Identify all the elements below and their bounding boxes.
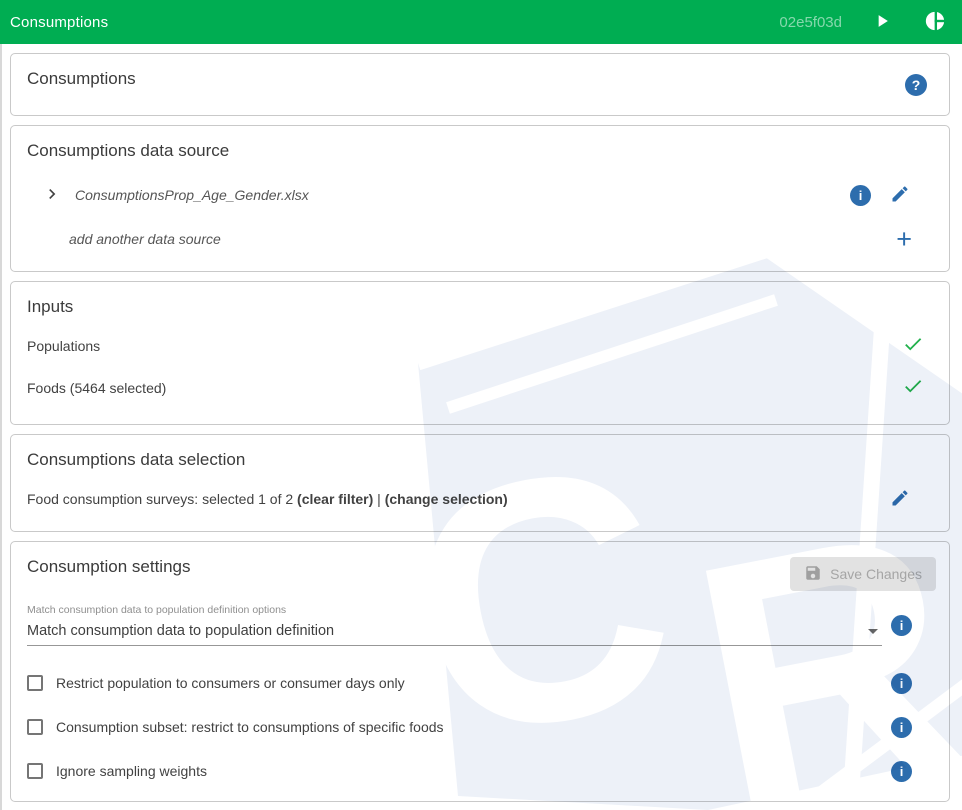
info-icon: i <box>900 619 904 632</box>
results-button[interactable] <box>924 10 946 35</box>
checkbox-row-ignore-weights: Ignore sampling weights i <box>27 750 933 792</box>
selection-summary: Food consumption surveys: selected 1 of … <box>27 491 508 507</box>
card-title-data-selection: Consumptions data selection <box>27 449 933 471</box>
source-info-button[interactable]: i <box>850 185 871 206</box>
restrict-population-info-button[interactable]: i <box>891 673 912 694</box>
edit-selection-button[interactable] <box>890 488 910 511</box>
main-content: Consumptions ? Consumptions data source … <box>0 44 962 802</box>
checkbox-row-consumption-subset: Consumption subset: restrict to consumpt… <box>27 706 933 748</box>
data-source-filename: ConsumptionsProp_Age_Gender.xlsx <box>75 187 309 203</box>
dropdown-arrow-icon <box>868 629 878 634</box>
checkbox-label: Consumption subset: restrict to consumpt… <box>56 719 444 735</box>
add-data-source-row: add another data source + <box>27 225 933 253</box>
pie-chart-icon <box>924 10 946 35</box>
save-changes-button[interactable]: Save Changes <box>790 557 936 591</box>
app-header: Consumptions 02e5f03d <box>0 0 962 44</box>
input-label: Populations <box>27 338 100 354</box>
card-inputs: Inputs Populations Foods (5464 selected) <box>10 281 950 425</box>
selection-summary-row: Food consumption surveys: selected 1 of … <box>27 485 933 513</box>
input-label: Foods (5464 selected) <box>27 380 166 396</box>
selection-summary-prefix: Food consumption surveys: selected 1 of … <box>27 491 297 507</box>
match-options-value: Match consumption data to population def… <box>27 621 334 642</box>
checkbox-row-restrict-population: Restrict population to consumers or cons… <box>27 662 933 704</box>
chevron-right-icon <box>42 184 62 207</box>
selection-separator: | <box>373 491 384 507</box>
info-icon: i <box>900 765 904 778</box>
save-icon <box>804 564 822 585</box>
expand-source-button[interactable] <box>42 184 62 207</box>
add-data-source-label: add another data source <box>69 231 221 247</box>
pencil-icon <box>890 184 910 207</box>
run-id: 02e5f03d <box>779 14 842 31</box>
checkbox-label: Ignore sampling weights <box>56 763 207 779</box>
card-title-data-source: Consumptions data source <box>27 140 933 162</box>
data-source-row: ConsumptionsProp_Age_Gender.xlsx i <box>27 181 933 209</box>
consumption-subset-checkbox[interactable] <box>27 719 43 735</box>
data-source-actions: i <box>850 184 910 207</box>
save-changes-label: Save Changes <box>830 566 922 582</box>
card-data-source: Consumptions data source ConsumptionsPro… <box>10 125 950 272</box>
restrict-population-checkbox[interactable] <box>27 675 43 691</box>
plus-icon: + <box>896 229 912 249</box>
card-consumptions-overview: Consumptions ? <box>10 53 950 116</box>
run-button[interactable] <box>872 11 892 34</box>
clear-filter-link[interactable]: (clear filter) <box>297 491 373 507</box>
input-row-foods[interactable]: Foods (5464 selected) <box>27 374 933 402</box>
pencil-icon <box>890 488 910 511</box>
match-options-select[interactable]: Match consumption data to population def… <box>27 621 882 646</box>
card-title-inputs: Inputs <box>27 296 933 318</box>
consumption-subset-info-button[interactable]: i <box>891 717 912 738</box>
help-button[interactable]: ? <box>905 74 927 96</box>
info-icon: i <box>859 189 863 202</box>
input-row-populations[interactable]: Populations <box>27 332 933 360</box>
change-selection-link[interactable]: (change selection) <box>385 491 508 507</box>
edit-source-button[interactable] <box>890 184 910 207</box>
check-icon <box>902 333 924 360</box>
ignore-weights-checkbox[interactable] <box>27 763 43 779</box>
card-data-selection: Consumptions data selection Food consump… <box>10 434 950 532</box>
match-options-info-button[interactable]: i <box>891 615 912 636</box>
card-title-consumptions: Consumptions <box>27 68 933 90</box>
add-data-source-button[interactable]: + <box>896 229 912 249</box>
check-icon <box>902 375 924 402</box>
card-consumption-settings: Consumption settings Save Changes Match … <box>10 541 950 802</box>
info-icon: i <box>900 721 904 734</box>
info-icon: i <box>900 677 904 690</box>
checkbox-label: Restrict population to consumers or cons… <box>56 675 405 691</box>
play-icon <box>872 11 892 34</box>
app-title: Consumptions <box>10 14 108 31</box>
match-options-label: Match consumption data to population def… <box>27 604 933 616</box>
question-mark-icon: ? <box>912 78 921 92</box>
ignore-weights-info-button[interactable]: i <box>891 761 912 782</box>
